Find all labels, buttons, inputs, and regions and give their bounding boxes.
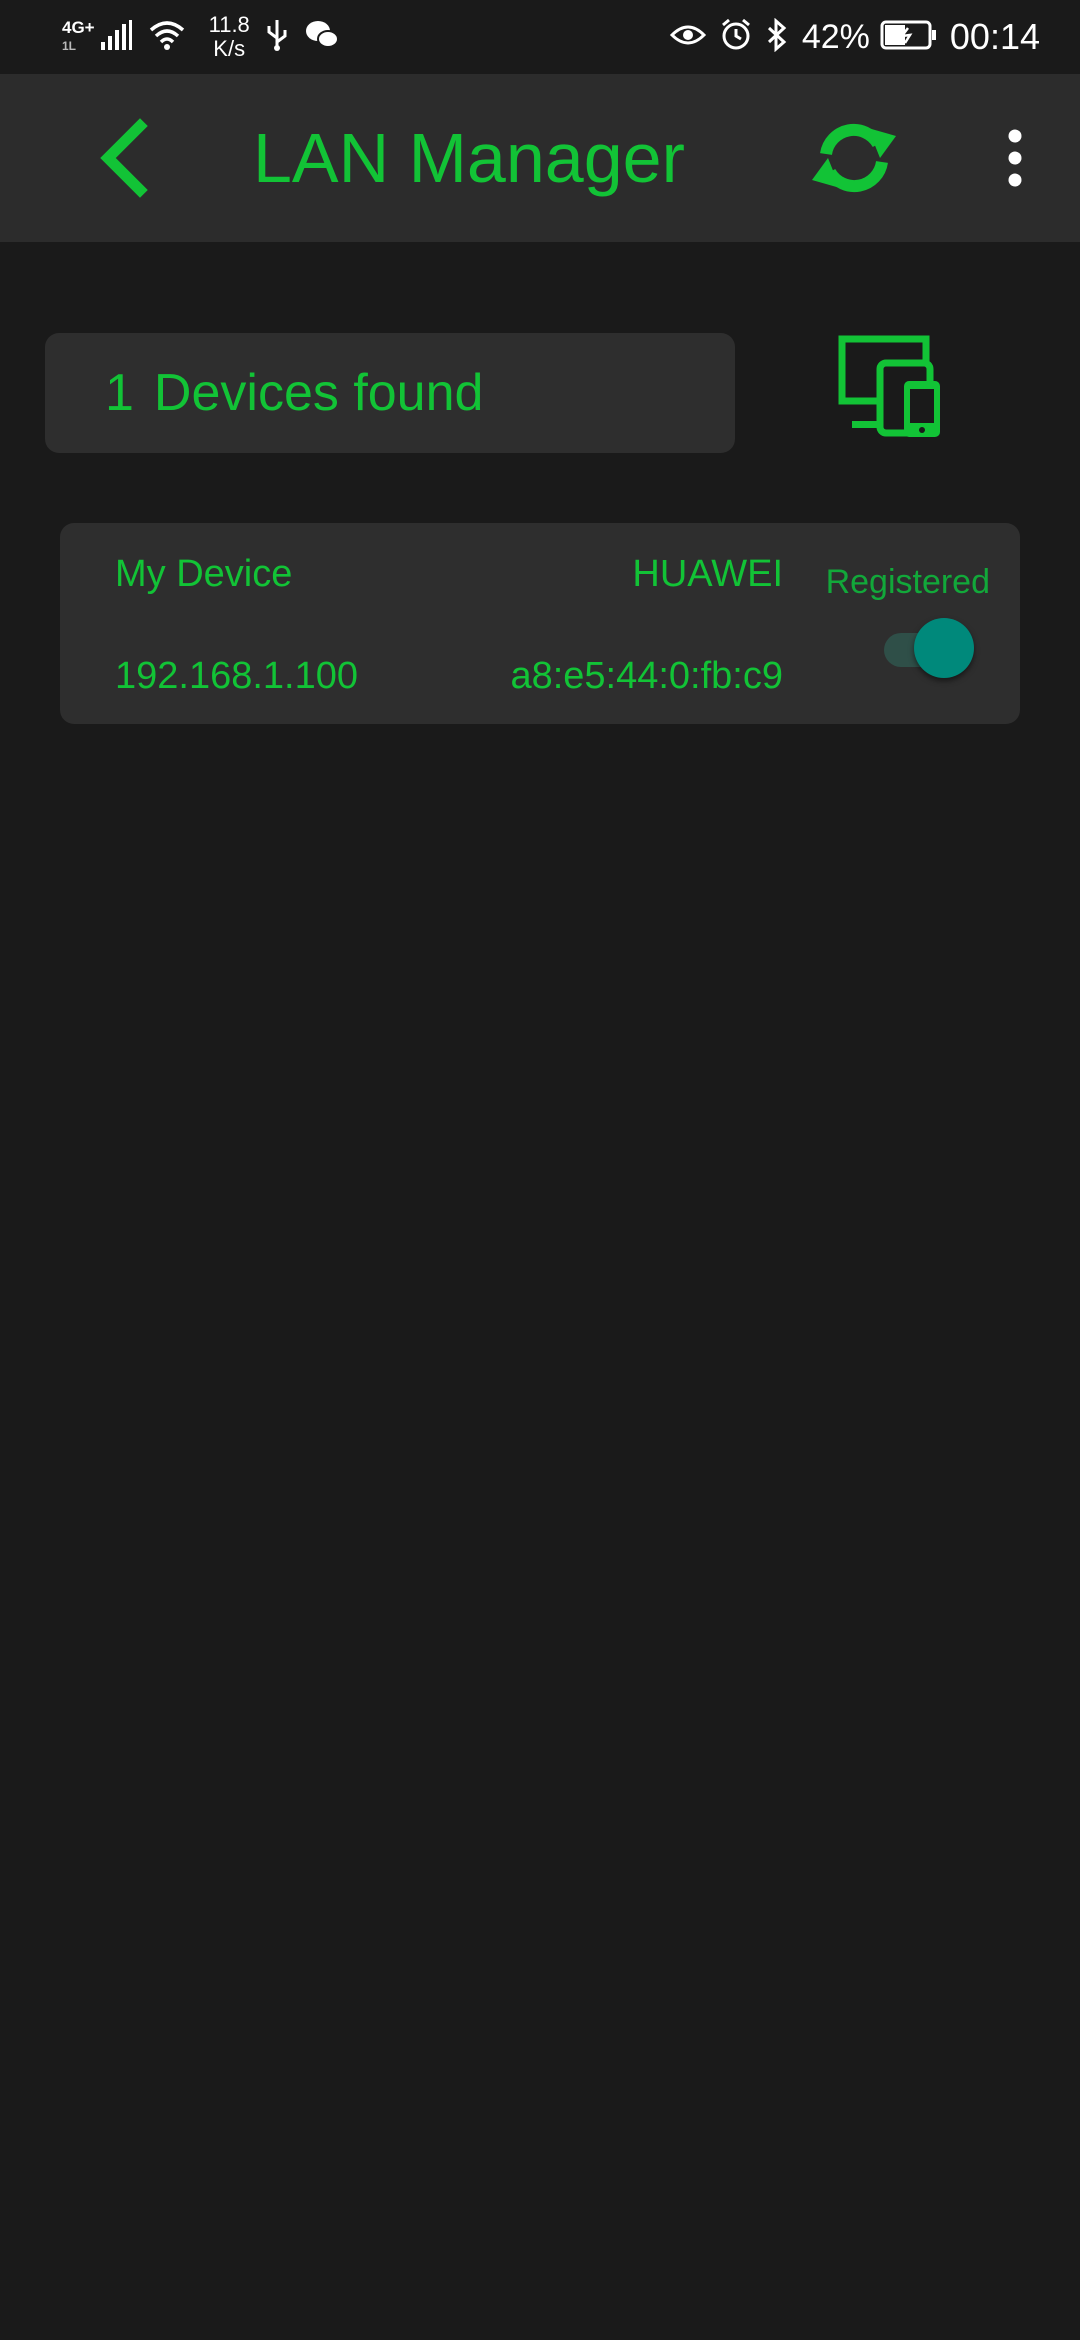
network-speed-unit: K/s (213, 36, 246, 61)
clock: 00:14 (949, 16, 1040, 57)
device-name: My Device (115, 553, 293, 595)
signal-icon (99, 18, 133, 57)
app-bar: LAN Manager (0, 74, 1080, 242)
toggle-thumb (914, 618, 974, 678)
wechat-icon (304, 18, 340, 57)
devices-found-label: Devices found (153, 364, 484, 422)
device-card[interactable]: My Device HUAWEI 192.168.1.100 a8:e5:44:… (60, 523, 1020, 724)
status-bar-left: 4G+ 1L 11.8 K/s (62, 0, 354, 74)
battery-percent: 42% (801, 17, 870, 56)
usb-icon (264, 18, 290, 57)
more-vertical-icon (1008, 129, 1022, 187)
more-options-button[interactable] (990, 114, 1040, 202)
eye-icon (669, 21, 706, 54)
page-title: LAN Manager (253, 119, 685, 197)
network-sub-label: 1L (62, 39, 77, 53)
refresh-icon (812, 123, 896, 193)
network-speed: 11.8 K/s (209, 13, 250, 61)
device-ip: 192.168.1.100 (115, 655, 359, 697)
bluetooth-icon (766, 17, 788, 57)
battery-icon (880, 20, 938, 55)
status-bar-right: 42% 00:14 (669, 0, 1040, 74)
devices-found-count: 1 (105, 364, 134, 422)
device-status-label: Registered (825, 563, 990, 601)
devices-found-banner: 1 Devices found (45, 333, 735, 453)
network-type: 4G+ 1L (62, 19, 95, 55)
back-arrow-icon (100, 118, 148, 198)
registered-toggle[interactable] (878, 613, 978, 683)
wifi-icon (147, 18, 187, 57)
device-vendor: HUAWEI (632, 553, 783, 595)
alarm-icon (720, 18, 752, 57)
back-button[interactable] (80, 114, 168, 202)
network-speed-value: 11.8 (208, 12, 250, 37)
status-bar: 4G+ 1L 11.8 K/s 42% 00:14 (0, 0, 1080, 74)
refresh-button[interactable] (806, 112, 902, 204)
device-mac: a8:e5:44:0:fb:c9 (510, 655, 783, 697)
devices-icon (838, 335, 942, 439)
network-type-label: 4G+ (62, 18, 95, 37)
